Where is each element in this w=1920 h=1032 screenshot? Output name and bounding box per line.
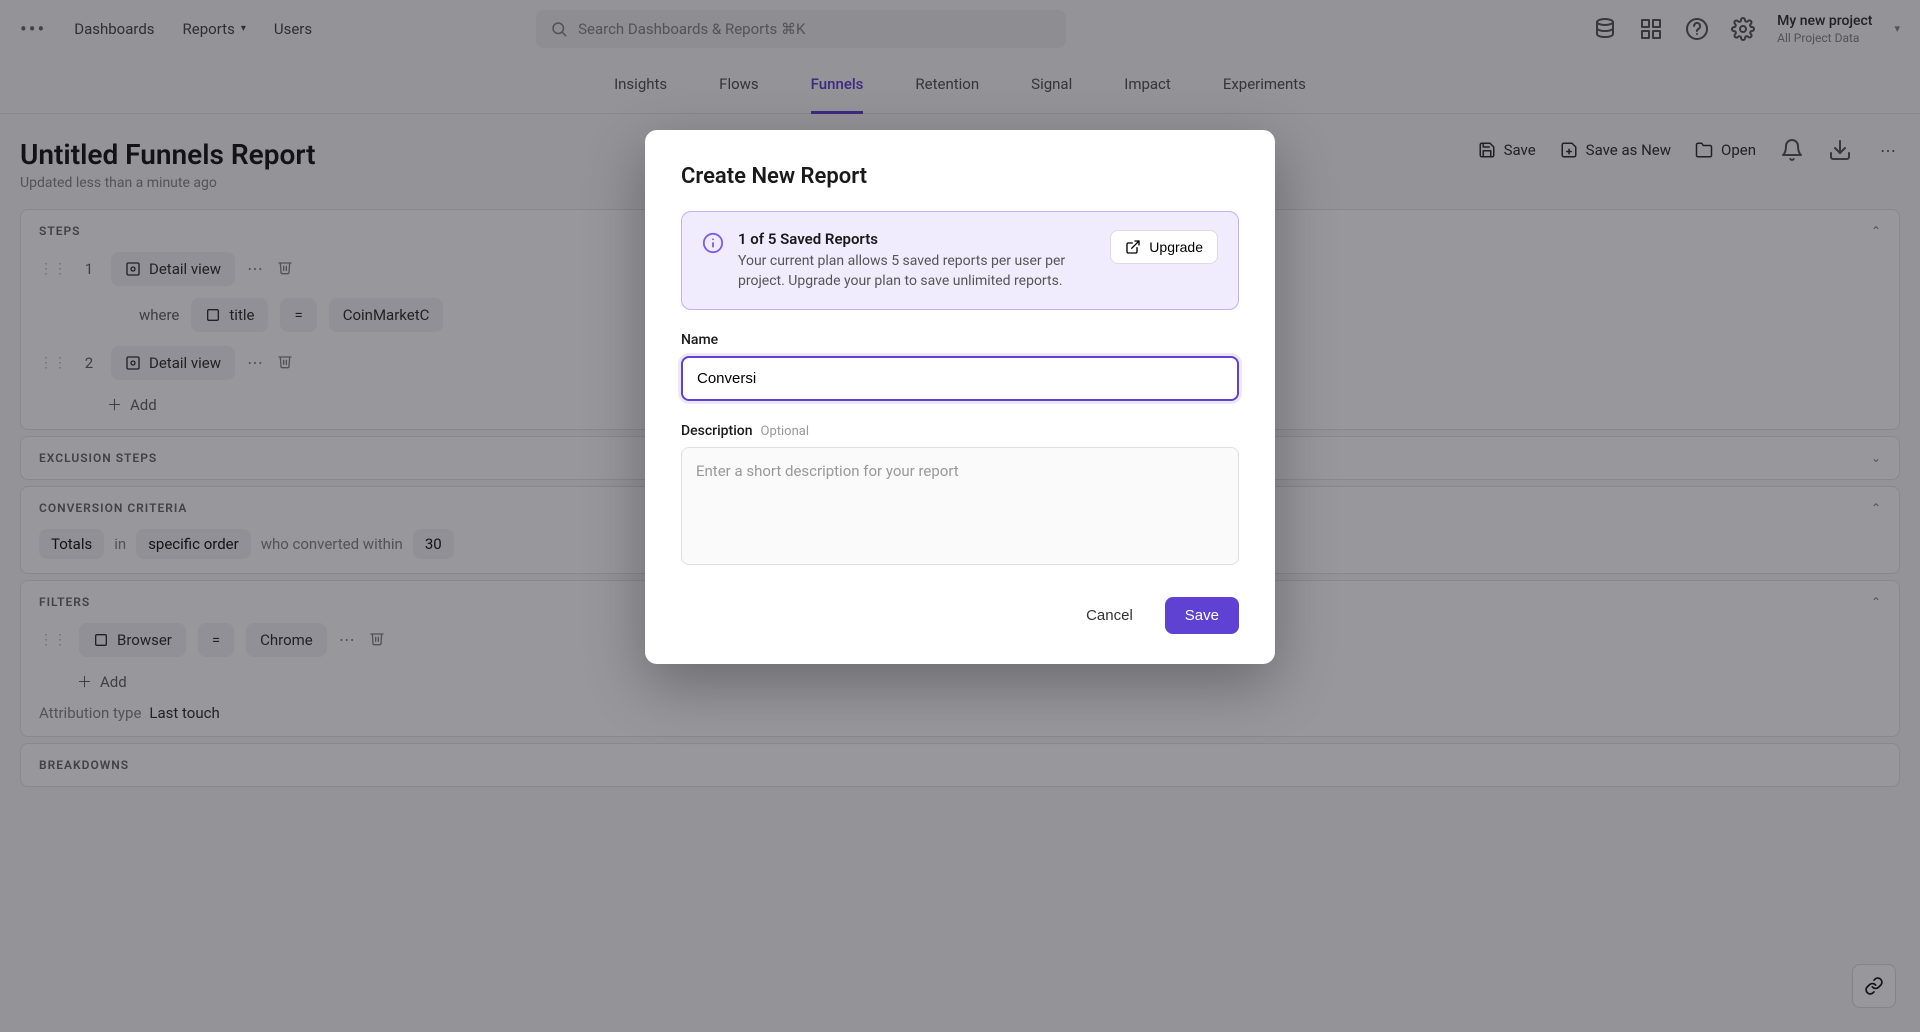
plan-body: Your current plan allows 5 saved reports… [738,252,1096,291]
upgrade-button[interactable]: Upgrade [1110,230,1218,264]
save-button[interactable]: Save [1165,597,1239,634]
plan-info-box: 1 of 5 Saved Reports Your current plan a… [681,211,1239,310]
create-report-modal: Create New Report 1 of 5 Saved Reports Y… [645,130,1275,664]
modal-actions: Cancel Save [681,597,1239,634]
description-label-row: Description Optional [681,423,1239,439]
description-label: Description [681,423,753,439]
modal-title: Create New Report [681,164,1239,189]
modal-overlay[interactable]: Create New Report 1 of 5 Saved Reports Y… [0,0,1920,1032]
name-label: Name [681,332,1239,348]
description-input[interactable] [681,447,1239,565]
name-input[interactable] [681,356,1239,401]
cancel-button[interactable]: Cancel [1068,597,1151,634]
info-icon [702,232,724,258]
upgrade-label: Upgrade [1149,239,1203,255]
external-link-icon [1125,239,1141,255]
plan-text: 1 of 5 Saved Reports Your current plan a… [738,230,1096,291]
plan-title: 1 of 5 Saved Reports [738,230,1096,248]
optional-label: Optional [761,424,809,439]
